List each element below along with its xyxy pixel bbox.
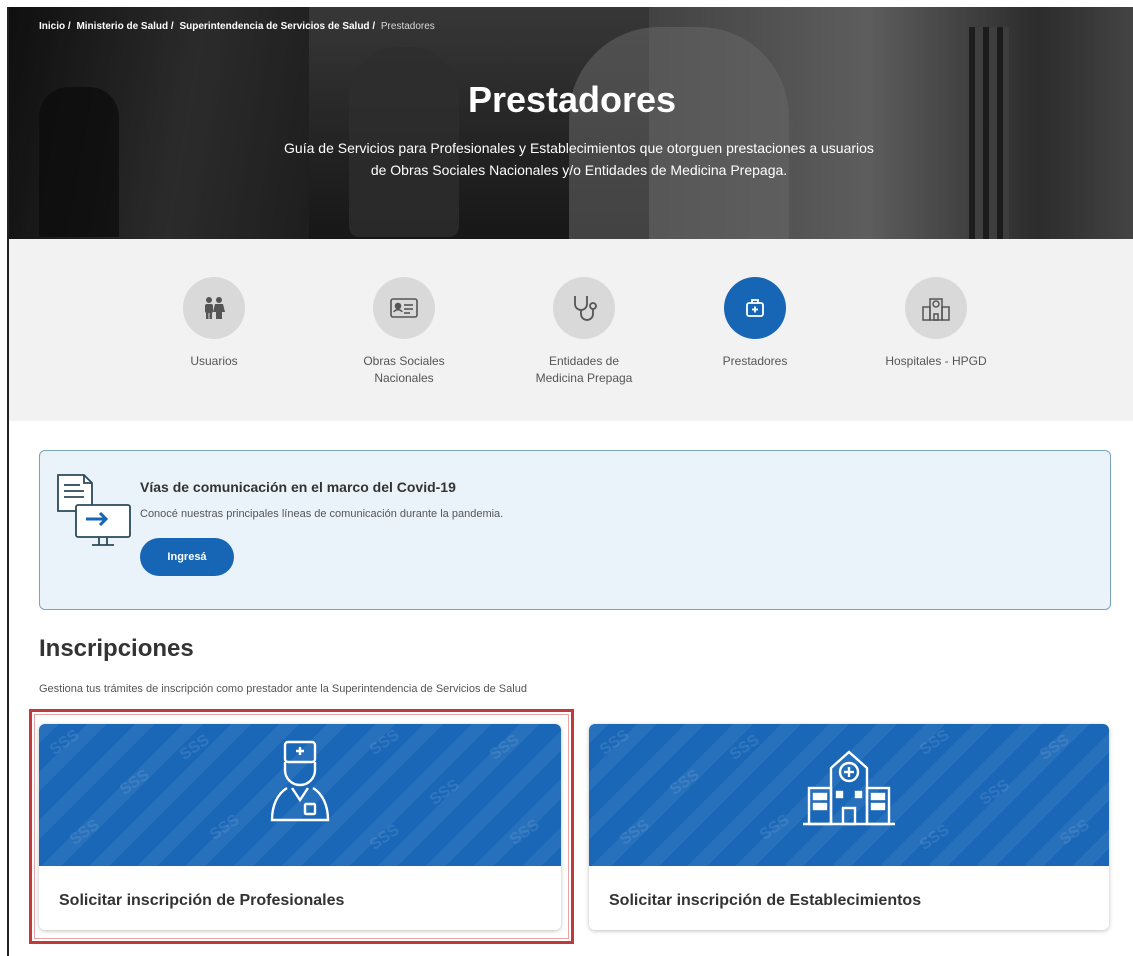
alert-text: Conocé nuestras principales líneas de co… <box>140 508 504 520</box>
section-description: Gestiona tus trámites de inscripción com… <box>39 683 527 695</box>
alert-title: Vías de comunicación en el marco del Cov… <box>140 479 456 495</box>
breadcrumb-item-ministerio[interactable]: Ministerio de Salud / <box>76 21 173 32</box>
covid-communication-alert: Vías de comunicación en el marco del Cov… <box>39 450 1111 610</box>
card-banner: SSS SSS SSS SSS SSS SSS SSS SSS SSS SSS <box>589 724 1109 866</box>
nav-item-usuarios[interactable]: Usuarios <box>139 277 289 370</box>
nav-label-usuarios: Usuarios <box>190 354 238 368</box>
id-card-icon <box>390 298 418 318</box>
document-monitor-icon <box>57 474 131 546</box>
nav-item-prepagas[interactable]: Entidades de Medicina Prepaga <box>509 277 659 387</box>
hero-banner: Inicio / Ministerio de Salud / Superinte… <box>9 7 1133 239</box>
card-label-establecimientos: Solicitar inscripción de Establecimiento… <box>609 892 922 909</box>
card-label-profesionales: Solicitar inscripción de Profesionales <box>59 892 345 909</box>
breadcrumb-item-superintendencia[interactable]: Superintendencia de Servicios de Salud / <box>179 21 375 32</box>
breadcrumb-item-inicio[interactable]: Inicio / <box>39 21 71 32</box>
page-title: Prestadores <box>467 79 677 120</box>
nav-label-prepagas: Entidades de Medicina Prepaga <box>535 354 633 385</box>
ingresa-button[interactable]: Ingresá <box>140 538 234 576</box>
page-subtitle: Guía de Servicios para Profesionales y E… <box>209 137 949 181</box>
users-icon <box>205 297 225 319</box>
nav-label-hospitales: Hospitales - HPGD <box>885 354 987 368</box>
category-nav: Usuarios Obras Sociales Nacionales Entid… <box>9 239 1133 421</box>
page: Inicio / Ministerio de Salud / Superinte… <box>7 7 1133 956</box>
card-inscripcion-establecimientos[interactable]: SSS SSS SSS SSS SSS SSS SSS SSS SSS SSS <box>589 724 1109 930</box>
hospital-building-icon <box>803 750 895 826</box>
nav-item-hospitales[interactable]: Hospitales - HPGD <box>861 277 1011 370</box>
medical-kit-icon <box>746 299 764 317</box>
nav-item-obras-sociales[interactable]: Obras Sociales Nacionales <box>329 277 479 387</box>
stethoscope-icon <box>574 296 597 321</box>
hospital-icon <box>922 298 950 321</box>
nav-label-obras-sociales: Obras Sociales Nacionales <box>363 354 445 385</box>
breadcrumb: Inicio / Ministerio de Salud / Superinte… <box>39 21 438 32</box>
card-banner: SSS SSS SSS SSS SSS SSS SSS SSS SSS SSS <box>39 724 561 866</box>
nav-label-prestadores: Prestadores <box>722 354 788 368</box>
nurse-icon <box>270 740 330 822</box>
nav-item-prestadores[interactable]: Prestadores <box>680 277 830 370</box>
subtitle-line-1: Guía de Servicios para Profesionales y E… <box>284 140 874 156</box>
section-title-inscripciones: Inscripciones <box>39 635 194 662</box>
subtitle-line-2: de Obras Sociales Nacionales y/o Entidad… <box>370 162 788 178</box>
card-inscripcion-profesionales[interactable]: SSS SSS SSS SSS SSS SSS SSS SSS SSS SSS … <box>39 724 561 930</box>
breadcrumb-current: Prestadores <box>380 21 435 32</box>
